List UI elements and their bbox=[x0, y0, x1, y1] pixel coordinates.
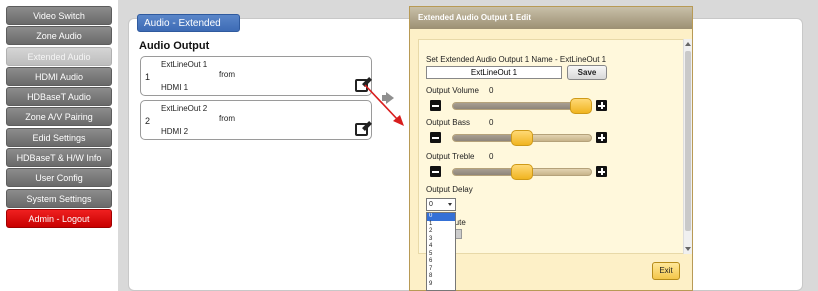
save-button[interactable]: Save bbox=[567, 65, 607, 80]
bass-label: Output Bass bbox=[426, 118, 471, 127]
output-number: 2 bbox=[145, 116, 151, 126]
dialog-scrollbar[interactable] bbox=[683, 39, 692, 254]
scroll-thumb[interactable] bbox=[685, 51, 691, 231]
sidebar-item-edid-settings[interactable]: Edid Settings bbox=[6, 127, 112, 147]
treble-label: Output Treble bbox=[426, 152, 475, 161]
red-callout-arrow-icon bbox=[364, 84, 404, 126]
output-from-label: from bbox=[219, 70, 235, 79]
sidebar-item-user-config[interactable]: User Config bbox=[6, 168, 112, 188]
delay-selected-value: 0 bbox=[429, 201, 433, 208]
delay-option[interactable]: 7 bbox=[427, 266, 455, 274]
sidebar-item-hdmi-audio[interactable]: HDMI Audio bbox=[6, 66, 112, 86]
delay-option[interactable]: 5 bbox=[427, 251, 455, 259]
treble-plus-button[interactable] bbox=[596, 166, 607, 177]
treble-slider[interactable] bbox=[452, 164, 592, 180]
bass-minus-button[interactable] bbox=[430, 132, 441, 143]
sidebar-item-admin-logout[interactable]: Admin - Logout bbox=[6, 208, 112, 228]
bass-knob[interactable] bbox=[511, 130, 533, 146]
delay-label: Output Delay bbox=[426, 185, 473, 194]
sidebar-item-hdbaset-audio[interactable]: HDBaseT Audio bbox=[6, 87, 112, 107]
delay-option[interactable]: 6 bbox=[427, 258, 455, 266]
sidebar-item-zone-a-v-pairing[interactable]: Zone A/V Pairing bbox=[6, 107, 112, 127]
chevron-down-icon bbox=[448, 203, 452, 206]
delay-option[interactable]: 0 bbox=[427, 213, 455, 221]
output-from-label: from bbox=[219, 114, 235, 123]
output-source: HDMI 1 bbox=[161, 83, 189, 92]
delay-option[interactable]: 3 bbox=[427, 236, 455, 244]
dialog-title[interactable]: Extended Audio Output 1 Edit bbox=[410, 7, 692, 29]
sidebar-item-zone-audio[interactable]: Zone Audio bbox=[6, 26, 112, 46]
delay-option[interactable]: 1 bbox=[427, 221, 455, 229]
output-name: ExtLineOut 2 bbox=[161, 104, 208, 113]
delay-option[interactable]: 9 bbox=[427, 281, 455, 289]
output-name-input[interactable] bbox=[426, 66, 562, 79]
treble-value: 0 bbox=[489, 152, 494, 161]
treble-minus-button[interactable] bbox=[430, 166, 441, 177]
sidebar-item-video-switch[interactable]: Video Switch bbox=[6, 6, 112, 25]
scroll-up-icon[interactable] bbox=[685, 42, 691, 46]
output-name: ExtLineOut 1 bbox=[161, 60, 208, 69]
sidebar-nav: Video Switch Zone Audio Extended Audio HDMI… bbox=[6, 6, 112, 229]
output-card-2[interactable]: 2 ExtLineOut 2 from HDMI 2 bbox=[140, 100, 372, 140]
sidebar-item-system-settings[interactable]: System Settings bbox=[6, 188, 112, 208]
output-card-1[interactable]: 1 ExtLineOut 1 from HDMI 1 bbox=[140, 56, 372, 96]
exit-button[interactable]: Exit bbox=[652, 262, 680, 280]
section-title: Audio Output bbox=[139, 40, 210, 52]
bass-value: 0 bbox=[489, 118, 494, 127]
volume-fill bbox=[453, 103, 582, 109]
delay-option[interactable]: 2 bbox=[427, 228, 455, 236]
sidebar-item-extended-audio[interactable]: Extended Audio bbox=[6, 46, 112, 66]
volume-slider[interactable] bbox=[452, 98, 593, 114]
volume-minus-button[interactable] bbox=[430, 100, 441, 111]
delay-select[interactable]: 0 bbox=[426, 198, 456, 211]
volume-plus-button[interactable] bbox=[596, 100, 607, 111]
name-label: Set Extended Audio Output 1 Name - ExtLi… bbox=[426, 55, 607, 64]
scroll-down-icon[interactable] bbox=[685, 247, 691, 251]
volume-value: 0 bbox=[489, 86, 494, 95]
volume-knob[interactable] bbox=[570, 98, 593, 114]
delay-dropdown-list[interactable]: 0123456789 bbox=[426, 212, 456, 291]
treble-knob[interactable] bbox=[511, 164, 533, 180]
output-number: 1 bbox=[145, 72, 151, 82]
bass-slider[interactable] bbox=[452, 130, 592, 146]
volume-label: Output Volume bbox=[426, 86, 479, 95]
delay-option[interactable]: 8 bbox=[427, 273, 455, 281]
delay-option[interactable]: 4 bbox=[427, 243, 455, 251]
bass-plus-button[interactable] bbox=[596, 132, 607, 143]
output-source: HDMI 2 bbox=[161, 127, 189, 136]
section-tab-audio-extended[interactable]: Audio - Extended bbox=[137, 14, 240, 32]
sidebar-item-hdbaset-h-w-info[interactable]: HDBaseT & H/W Info bbox=[6, 148, 112, 168]
